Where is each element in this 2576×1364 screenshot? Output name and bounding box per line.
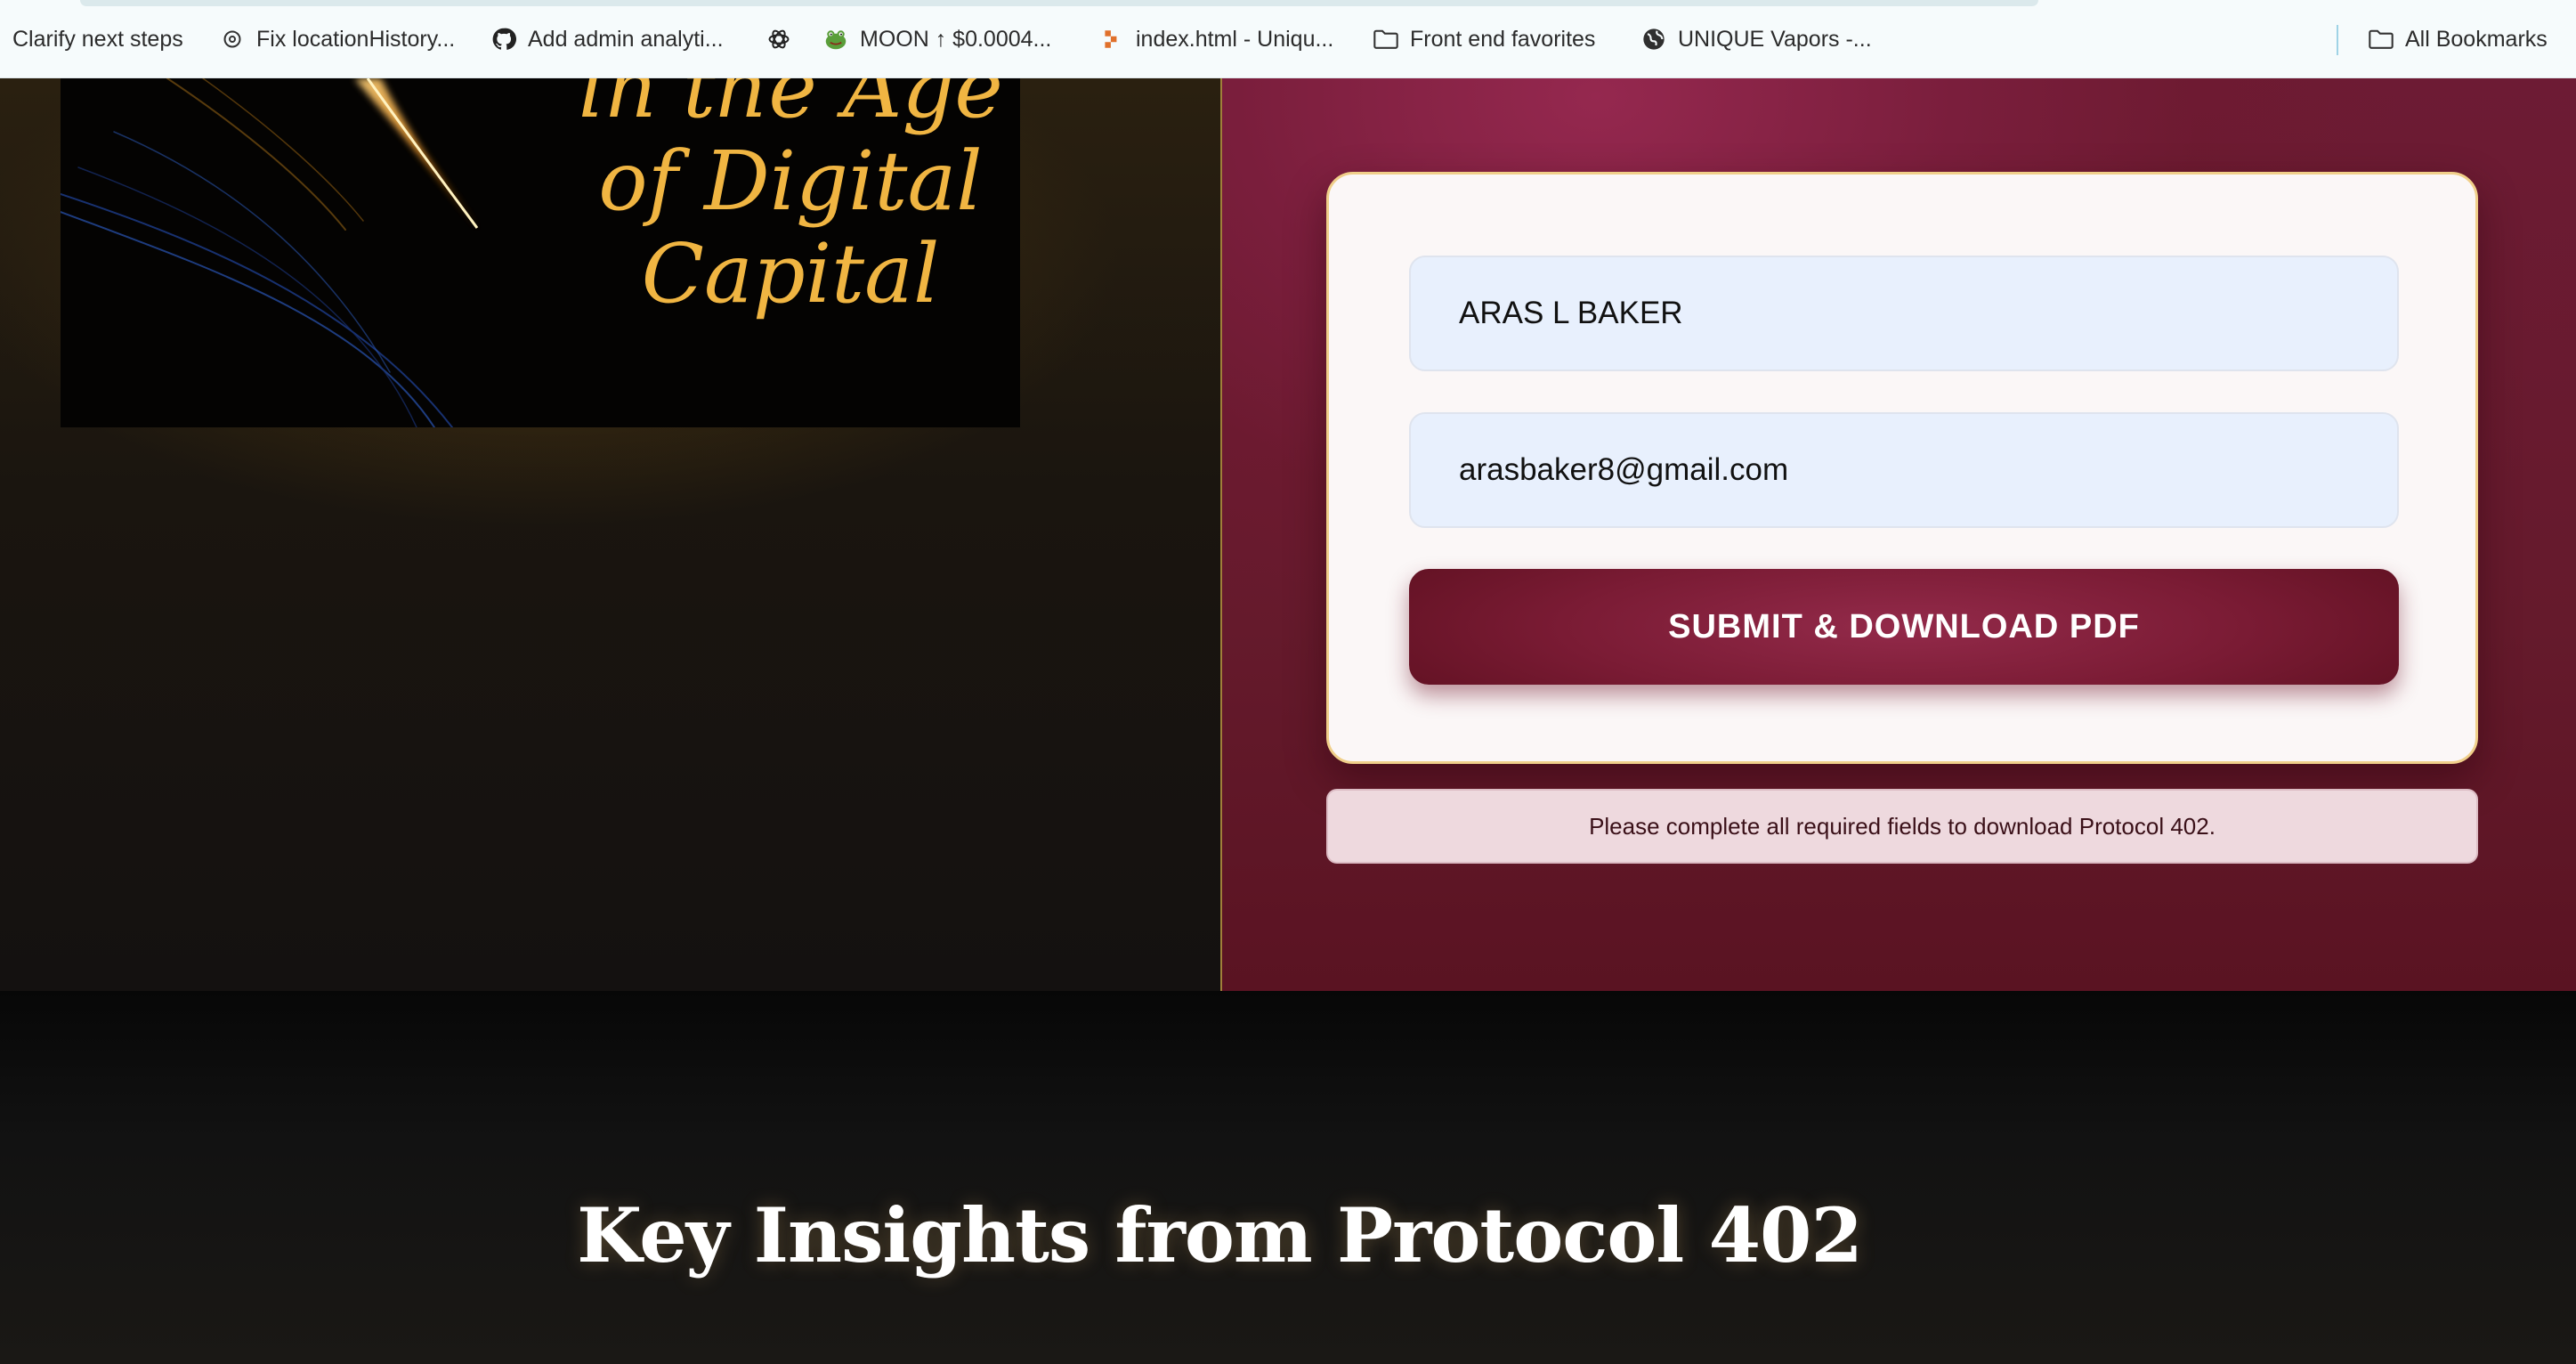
bookmark-fix-location-history[interactable]: Fix locationHistory...: [219, 0, 455, 78]
bookmarks-separator: [2337, 25, 2338, 55]
submit-download-button[interactable]: SUBMIT & DOWNLOAD PDF: [1409, 569, 2399, 685]
required-fields-notice: Please complete all required fields to d…: [1326, 789, 2478, 864]
figma-like-icon: [1098, 26, 1125, 53]
frog-icon: [822, 26, 849, 53]
folder-icon: [2368, 26, 2394, 53]
bookmark-label: UNIQUE Vapors -...: [1678, 26, 1872, 52]
bookmark-add-admin-analytics[interactable]: Add admin analyti...: [490, 0, 724, 78]
book-cover-title: in the Age of Digital Capital: [559, 78, 1020, 321]
insights-heading: Key Insights from Protocol 402: [577, 1191, 1863, 1279]
github-icon: [490, 26, 517, 53]
book-title-line: of Digital: [598, 134, 983, 229]
bookmark-front-end-favorites[interactable]: Front end favorites: [1373, 0, 1595, 78]
bookmark-moon[interactable]: MOON ↑ $0.0004...: [822, 0, 1051, 78]
bookmark-clarify-next-steps[interactable]: Clarify next steps: [12, 0, 183, 78]
bookmark-unique-vapors[interactable]: UNIQUE Vapors -...: [1640, 0, 1872, 78]
download-form-card: SUBMIT & DOWNLOAD PDF: [1326, 172, 2478, 764]
bookmark-label: Add admin analyti...: [528, 26, 724, 52]
bookmark-label: Front end favorites: [1410, 26, 1596, 52]
book-cover-image: in the Age of Digital Capital: [61, 78, 1020, 427]
bookmark-chatgpt[interactable]: [766, 0, 803, 78]
insights-section: Key Insights from Protocol 402: [0, 991, 2576, 1364]
name-field[interactable]: [1409, 256, 2399, 371]
email-field[interactable]: [1409, 412, 2399, 528]
bookmark-index-html[interactable]: index.html - Uniqu...: [1098, 0, 1333, 78]
bookmark-label: Fix locationHistory...: [256, 26, 456, 52]
bookmark-label: Clarify next steps: [12, 26, 183, 52]
all-bookmarks-button[interactable]: All Bookmarks: [2368, 0, 2548, 78]
all-bookmarks-label: All Bookmarks: [2405, 26, 2548, 52]
globe-icon: [1640, 26, 1667, 53]
bookmark-label: MOON ↑ $0.0004...: [860, 26, 1052, 52]
book-title-line: Capital: [641, 226, 940, 321]
openai-icon: [219, 26, 246, 53]
bookmark-label: index.html - Uniqu...: [1136, 26, 1334, 52]
folder-icon: [1373, 26, 1399, 53]
book-title-line: in the Age: [578, 78, 1003, 136]
chatgpt-icon: [766, 26, 792, 53]
bookmarks-bar: Clarify next steps Fix locationHistory..…: [0, 0, 2576, 78]
